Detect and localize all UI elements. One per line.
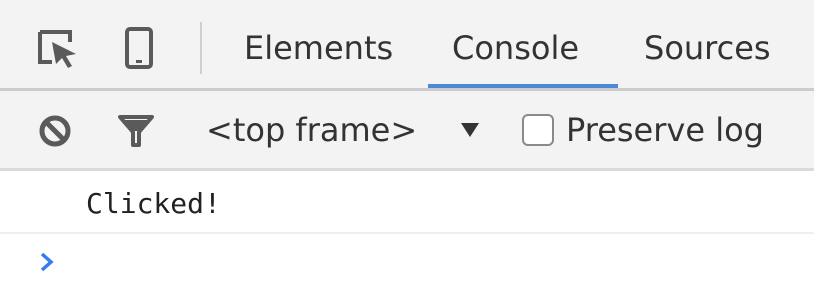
toolbar-separator <box>200 22 202 74</box>
preserve-log-label[interactable]: Preserve log <box>566 108 764 152</box>
tab-console[interactable]: Console <box>452 26 579 70</box>
clear-console-icon[interactable] <box>38 114 72 148</box>
dropdown-arrow-icon[interactable] <box>460 122 480 138</box>
tab-sources[interactable]: Sources <box>644 26 771 70</box>
console-message: Clicked! <box>86 187 221 220</box>
device-mode-icon[interactable] <box>124 26 154 70</box>
tab-elements[interactable]: Elements <box>244 26 393 70</box>
context-selector[interactable]: <top frame> <box>206 108 417 152</box>
inspect-element-icon[interactable] <box>36 28 80 68</box>
preserve-log-checkbox[interactable] <box>522 114 554 146</box>
toolbar-border <box>0 168 814 171</box>
filter-icon[interactable] <box>118 114 154 148</box>
console-message-divider <box>0 232 814 234</box>
prompt-chevron-icon[interactable] <box>40 252 54 272</box>
